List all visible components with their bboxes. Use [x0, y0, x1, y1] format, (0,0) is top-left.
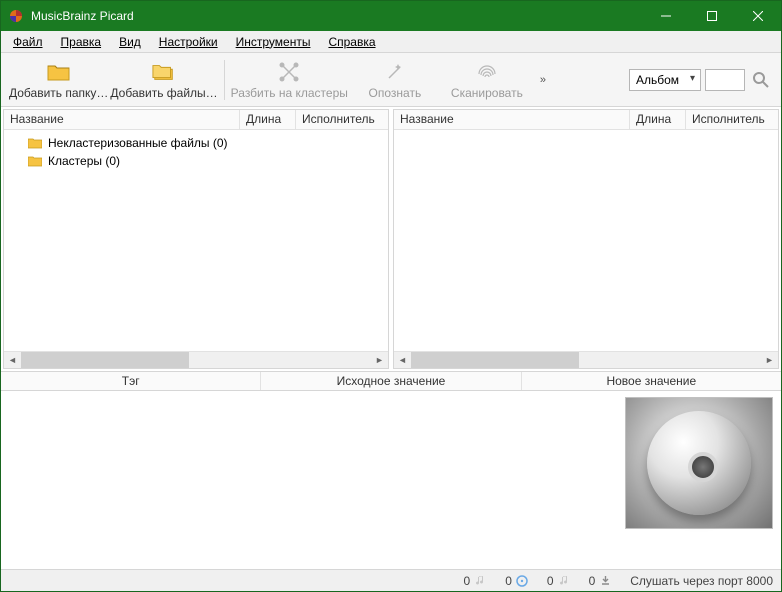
menu-edit[interactable]: Правка [53, 33, 110, 51]
col-name[interactable]: Название [394, 110, 630, 129]
status-listen: Слушать через порт 8000 [630, 574, 773, 588]
cd-icon [516, 574, 529, 587]
left-hscroll[interactable]: ◄ ► [4, 351, 388, 368]
search-button[interactable] [749, 68, 773, 92]
cluster-label: Разбить на кластеры [231, 86, 348, 100]
toolbar-overflow[interactable]: » [540, 74, 546, 86]
scroll-track[interactable] [411, 352, 761, 368]
tag-editor-area[interactable] [1, 391, 621, 569]
toolbar: Добавить папку… Добавить файлы… Разбить … [1, 53, 781, 107]
menu-view[interactable]: Вид [111, 33, 149, 51]
folder-icon [28, 137, 42, 149]
search-group: Альбом [629, 68, 773, 92]
add-files-label: Добавить файлы… [110, 86, 217, 100]
folder-icon [28, 155, 42, 167]
col-duration[interactable]: Длина [630, 110, 686, 129]
menu-tools[interactable]: Инструменты [228, 33, 319, 51]
add-folder-button[interactable]: Добавить папку… [9, 55, 108, 105]
right-column-header: Название Длина Исполнитель [394, 110, 778, 130]
note-icon [474, 574, 487, 587]
search-type-select[interactable]: Альбом [629, 69, 701, 91]
left-pane: Название Длина Исполнитель Некластеризов… [3, 109, 389, 369]
right-hscroll[interactable]: ◄ ► [394, 351, 778, 368]
status-files-1: 0 [464, 574, 488, 588]
col-artist[interactable]: Исполнитель [296, 110, 388, 129]
title-bar: MusicBrainz Picard [1, 1, 781, 31]
add-folder-label: Добавить папку… [9, 86, 108, 100]
left-tree[interactable]: Некластеризованные файлы (0) Кластеры (0… [4, 130, 388, 351]
scroll-thumb[interactable] [411, 352, 579, 368]
tree-item-unclustered[interactable]: Некластеризованные файлы (0) [6, 134, 386, 152]
folder-icon [47, 60, 71, 84]
menu-settings[interactable]: Настройки [151, 33, 226, 51]
status-files-2: 0 [505, 574, 529, 588]
menu-help[interactable]: Справка [320, 33, 383, 51]
app-icon [8, 8, 24, 24]
search-input[interactable] [705, 69, 745, 91]
menu-file[interactable]: Файл [5, 33, 51, 51]
menu-bar: Файл Правка Вид Настройки Инструменты Сп… [1, 31, 781, 53]
status-files-3: 0 [547, 574, 571, 588]
status-count: 0 [505, 574, 512, 588]
fingerprint-icon [475, 60, 499, 84]
scroll-left-icon[interactable]: ◄ [394, 352, 411, 368]
scroll-right-icon[interactable]: ► [761, 352, 778, 368]
right-pane: Название Длина Исполнитель ◄ ► [393, 109, 779, 369]
minimize-button[interactable] [643, 1, 689, 31]
scroll-thumb[interactable] [21, 352, 189, 368]
col-artist[interactable]: Исполнитель [686, 110, 778, 129]
toolbar-separator [224, 60, 225, 100]
add-files-button[interactable]: Добавить файлы… [110, 55, 217, 105]
magnifier-icon [752, 71, 770, 89]
left-column-header: Название Длина Исполнитель [4, 110, 388, 130]
files-icon [152, 60, 176, 84]
close-button[interactable] [735, 1, 781, 31]
scroll-track[interactable] [21, 352, 371, 368]
wand-icon [383, 60, 407, 84]
tree-label: Некластеризованные файлы (0) [48, 136, 228, 150]
lookup-label: Опознать [369, 86, 422, 100]
disc-icon [647, 411, 751, 515]
tag-column-header: Тэг Исходное значение Новое значение [1, 371, 781, 391]
status-listen-text: Слушать через порт 8000 [630, 574, 773, 588]
scan-label: Сканировать [451, 86, 523, 100]
file-panes: Название Длина Исполнитель Некластеризов… [1, 107, 781, 371]
scroll-right-icon[interactable]: ► [371, 352, 388, 368]
lookup-button[interactable]: Опознать [350, 55, 440, 105]
download-icon [599, 574, 612, 587]
cluster-button[interactable]: Разбить на кластеры [231, 55, 348, 105]
status-count: 0 [589, 574, 596, 588]
status-bar: 0 0 0 0 Слушать через порт 8000 [1, 569, 781, 591]
col-duration[interactable]: Длина [240, 110, 296, 129]
window-title: MusicBrainz Picard [31, 9, 643, 23]
note-icon [558, 574, 571, 587]
tree-item-clusters[interactable]: Кластеры (0) [6, 152, 386, 170]
col-new-value[interactable]: Новое значение [522, 372, 781, 390]
cover-art-box[interactable] [625, 397, 773, 529]
lower-panel [1, 391, 781, 569]
scroll-left-icon[interactable]: ◄ [4, 352, 21, 368]
scan-button[interactable]: Сканировать [442, 55, 532, 105]
status-count: 0 [547, 574, 554, 588]
col-original-value[interactable]: Исходное значение [261, 372, 521, 390]
status-count: 0 [464, 574, 471, 588]
tree-label: Кластеры (0) [48, 154, 120, 168]
cluster-icon [277, 60, 301, 84]
right-tree[interactable] [394, 130, 778, 351]
status-pending: 0 [589, 574, 613, 588]
col-name[interactable]: Название [4, 110, 240, 129]
maximize-button[interactable] [689, 1, 735, 31]
col-tag[interactable]: Тэг [1, 372, 261, 390]
